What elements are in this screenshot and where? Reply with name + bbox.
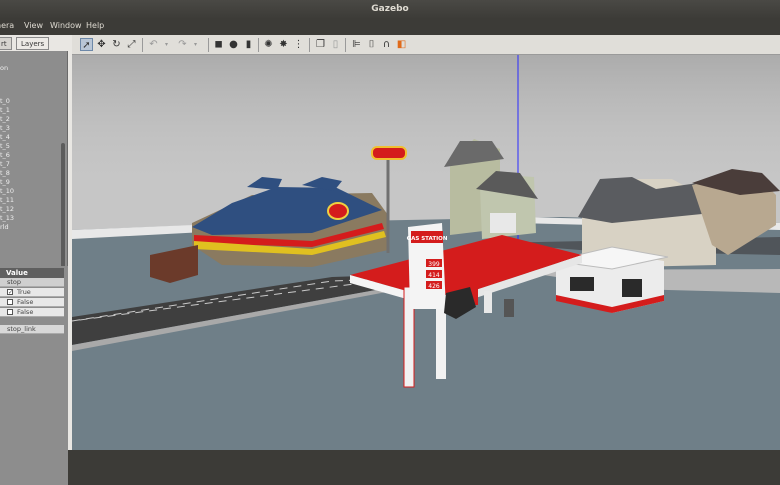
tree-item[interactable]: rld bbox=[0, 223, 9, 231]
tab-layers[interactable]: Layers bbox=[16, 37, 50, 50]
toolbar-separator bbox=[345, 38, 346, 52]
property-panel: Value stop ✓ True False False stop_link bbox=[0, 266, 68, 376]
property-header: Value bbox=[0, 268, 64, 278]
tree-item[interactable]: t_7 bbox=[0, 160, 10, 168]
property-row[interactable]: stop_link bbox=[0, 325, 64, 334]
tree-item[interactable]: t_13 bbox=[0, 214, 14, 222]
tree-item[interactable]: t_4 bbox=[0, 133, 10, 141]
rotate-icon[interactable]: ↻ bbox=[110, 38, 123, 51]
property-row[interactable]: False bbox=[0, 308, 64, 317]
tab-world[interactable]: rt bbox=[0, 37, 12, 50]
record-icon[interactable]: ◧ bbox=[395, 38, 408, 51]
trash-bin bbox=[504, 299, 514, 317]
tree-item[interactable]: t_12 bbox=[0, 205, 14, 213]
tree-item[interactable]: t_1 bbox=[0, 106, 10, 114]
scene-viewport[interactable]: GAS STATION 399 414 426 bbox=[71, 55, 780, 450]
fuel-pump bbox=[484, 291, 492, 313]
checkbox-unchecked-icon[interactable] bbox=[7, 309, 13, 315]
bottom-panel bbox=[0, 376, 68, 485]
tree-item[interactable]: t_8 bbox=[0, 169, 10, 177]
joint-icon[interactable]: ∩ bbox=[380, 38, 393, 51]
property-label: False bbox=[17, 308, 34, 316]
directional-light-icon[interactable]: ⋮ bbox=[292, 38, 305, 51]
left-panel: rt Layers on t_0 t_1 t_2 t_3 t_4 t_5 t_6… bbox=[0, 35, 72, 485]
box-icon[interactable]: ◼ bbox=[212, 38, 225, 51]
undo-icon[interactable]: ↶ bbox=[147, 38, 160, 51]
tree-item[interactable]: on bbox=[0, 64, 8, 72]
tree-item[interactable]: t_10 bbox=[0, 187, 14, 195]
redo-dropdown-icon[interactable]: ▾ bbox=[189, 38, 202, 51]
tree-item[interactable]: t_6 bbox=[0, 151, 10, 159]
scale-icon[interactable]: ⤢ bbox=[125, 38, 138, 51]
property-row[interactable]: False bbox=[0, 298, 64, 307]
pole-sign bbox=[371, 146, 407, 160]
property-label: stop_link bbox=[7, 325, 36, 333]
copy-icon[interactable]: ❐ bbox=[314, 38, 327, 51]
translate-icon[interactable]: ✥ bbox=[95, 38, 108, 51]
tree-scrollbar[interactable] bbox=[61, 143, 65, 273]
checkbox-unchecked-icon[interactable] bbox=[7, 299, 13, 305]
menu-bar: nera View Window Help bbox=[0, 19, 780, 35]
tree-item[interactable]: t_0 bbox=[0, 97, 10, 105]
snap-icon[interactable]: ⌷ bbox=[365, 38, 378, 51]
scene-canvas[interactable]: GAS STATION 399 414 426 bbox=[71, 55, 780, 450]
property-label: False bbox=[17, 298, 34, 306]
sphere-icon[interactable]: ● bbox=[227, 38, 240, 51]
select-arrow-icon[interactable]: ➚ bbox=[80, 38, 93, 51]
menu-view[interactable]: View bbox=[24, 21, 43, 30]
tree-item[interactable]: t_2 bbox=[0, 115, 10, 123]
toolbar-separator bbox=[142, 38, 143, 52]
world-tree[interactable]: on t_0 t_1 t_2 t_3 t_4 t_5 t_6 t_7 t_8 t… bbox=[0, 51, 68, 288]
cylinder-icon[interactable]: ▮ bbox=[242, 38, 255, 51]
gas-station-sign-text: GAS STATION bbox=[407, 236, 448, 242]
align-icon[interactable]: ⊫ bbox=[350, 38, 363, 51]
checkbox-checked-icon[interactable]: ✓ bbox=[7, 289, 13, 296]
spot-light-icon[interactable]: ✸ bbox=[277, 38, 290, 51]
window-title: Gazebo bbox=[0, 0, 780, 19]
menu-camera[interactable]: nera bbox=[0, 21, 14, 30]
property-label: True bbox=[17, 288, 31, 296]
toolbar: ➚ ✥ ↻ ⤢ ↶ ▾ ↷ ▾ ◼ ● ▮ ✺ ✸ ⋮ ❐ ▯ ⊫ ⌷ ∩ ◧ bbox=[72, 35, 780, 55]
undo-dropdown-icon[interactable]: ▾ bbox=[160, 38, 173, 51]
tree-item[interactable]: t_9 bbox=[0, 178, 10, 186]
toolbar-separator bbox=[309, 38, 310, 52]
toolbar-separator bbox=[258, 38, 259, 52]
price-3: 426 bbox=[428, 283, 440, 290]
garage-door bbox=[490, 213, 516, 233]
gas-shop-window bbox=[622, 279, 642, 297]
price-1: 399 bbox=[428, 261, 440, 268]
tree-item[interactable]: t_3 bbox=[0, 124, 10, 132]
menu-window[interactable]: Window bbox=[50, 21, 82, 30]
property-label: stop bbox=[7, 278, 22, 286]
toolbar-separator bbox=[208, 38, 209, 52]
property-row[interactable]: stop bbox=[0, 278, 64, 287]
price-2: 414 bbox=[428, 272, 440, 279]
gas-shop-window bbox=[570, 277, 594, 291]
paste-icon[interactable]: ▯ bbox=[329, 38, 342, 51]
redo-icon[interactable]: ↷ bbox=[176, 38, 189, 51]
restaurant-logo-sign bbox=[327, 202, 349, 220]
tree-item[interactable]: t_5 bbox=[0, 142, 10, 150]
property-row[interactable]: ✓ True bbox=[0, 288, 64, 297]
tree-item[interactable]: t_11 bbox=[0, 196, 14, 204]
point-light-icon[interactable]: ✺ bbox=[262, 38, 275, 51]
menu-help[interactable]: Help bbox=[86, 21, 104, 30]
